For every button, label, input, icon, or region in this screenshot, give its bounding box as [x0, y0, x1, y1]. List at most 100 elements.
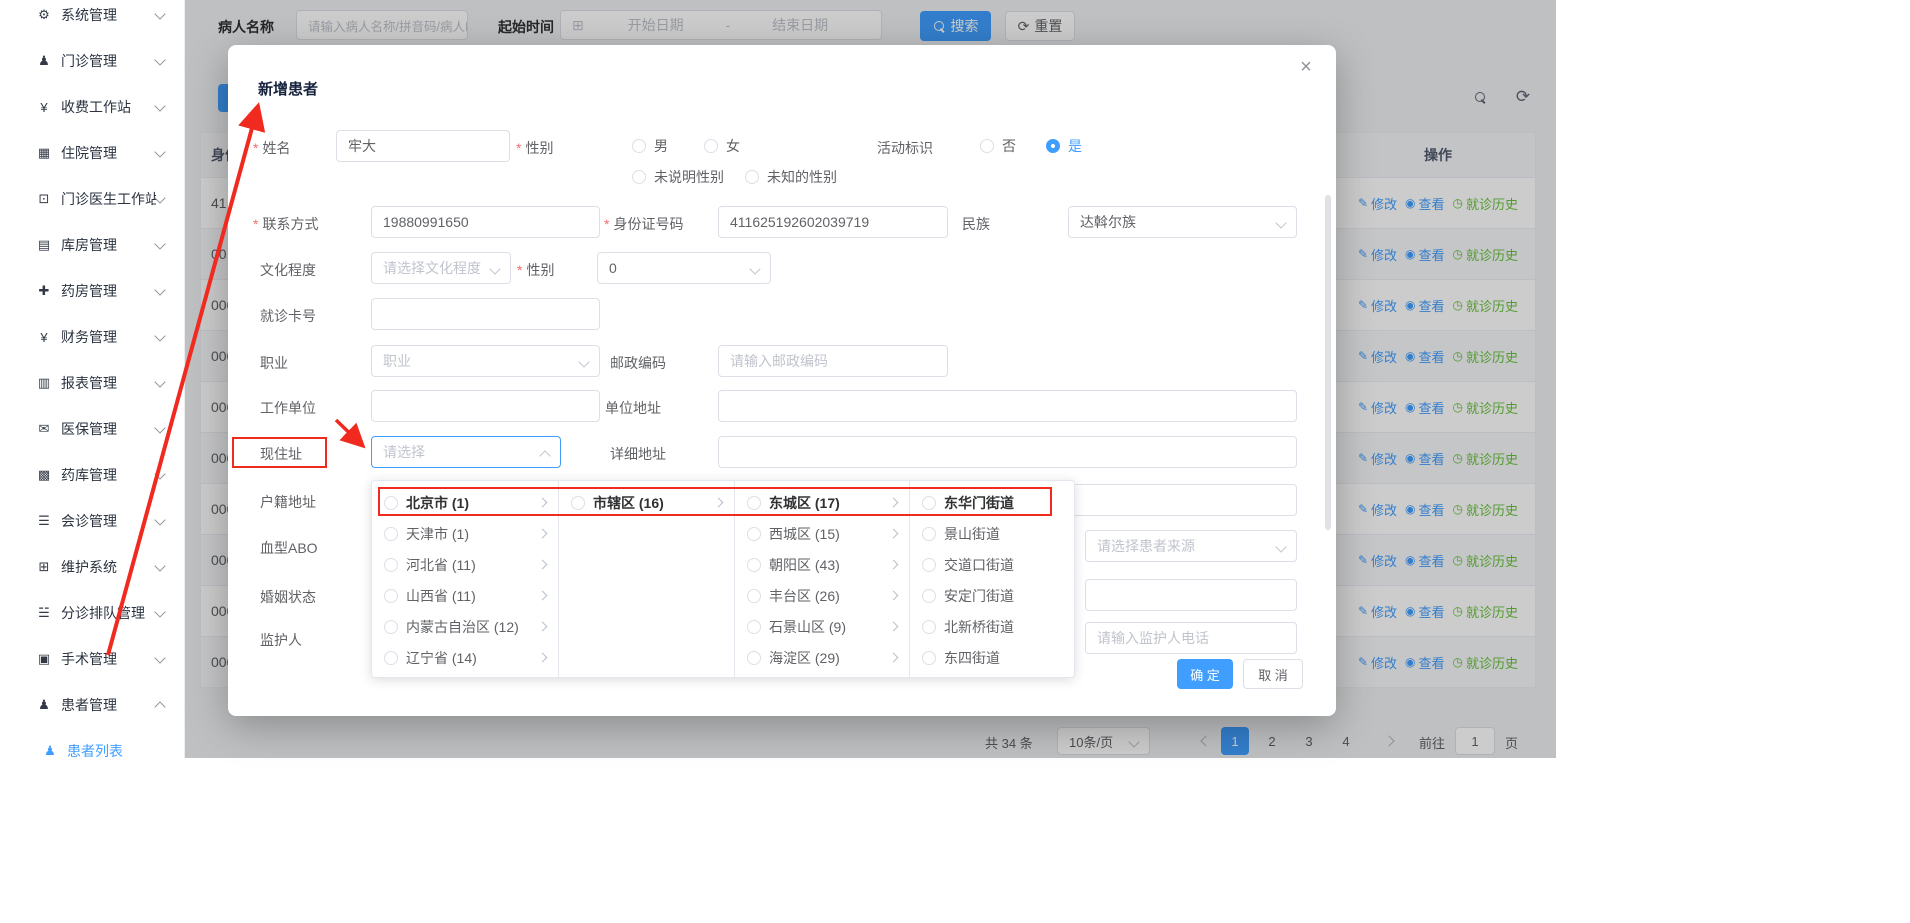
chevron-right-icon [538, 653, 548, 663]
sidebar-item-consultation[interactable]: ☰会诊管理 [0, 498, 184, 544]
sidebar-item-doctor-station[interactable]: ⊡ 门诊医生工作站 [0, 176, 184, 222]
cascader-option[interactable]: 辽宁省 (14) [372, 642, 558, 673]
detail-address-input[interactable] [718, 436, 1297, 468]
radio-icon[interactable] [384, 620, 398, 634]
gender-option-unknown[interactable]: 未知的性别 [745, 167, 837, 187]
name-input[interactable]: 牢大 [336, 130, 510, 162]
postal-input[interactable]: 请输入邮政编码 [718, 345, 948, 377]
cascader-option-label: 海淀区 (29) [769, 648, 882, 668]
sidebar-item-surgery[interactable]: ▣手术管理 [0, 636, 184, 682]
patient-source-select[interactable]: 请选择患者来源 [1085, 530, 1297, 562]
sidebar-item-label: 分诊排队管理 [61, 603, 156, 623]
radio-icon[interactable] [747, 558, 761, 572]
ethnicity-select[interactable]: 达斡尔族 [1068, 206, 1297, 238]
cascader-option[interactable]: 石景山区 (9) [735, 611, 909, 642]
current-address-cascader[interactable]: 请选择 [371, 436, 561, 468]
active-flag-option-no[interactable]: 否 [980, 136, 1016, 156]
sidebar-item-label: 手术管理 [61, 649, 156, 669]
radio-icon[interactable] [384, 558, 398, 572]
sidebar-item-system[interactable]: ⚙系统管理 [0, 0, 184, 38]
modal-scrollbar[interactable] [1325, 195, 1331, 530]
chevron-down-icon [154, 54, 165, 65]
cascader-option[interactable]: 景山街道 [910, 518, 1074, 549]
sidebar-item-patient-list[interactable]: ♟ 患者列表 [0, 728, 184, 758]
cascader-option[interactable]: 北新桥街道 [910, 611, 1074, 642]
cascader-option[interactable]: 西城区 (15) [735, 518, 909, 549]
sidebar-item-inpatient[interactable]: ▦住院管理 [0, 130, 184, 176]
unit-address-input[interactable] [718, 390, 1297, 422]
gender2-select[interactable]: 0 [597, 252, 771, 284]
radio-icon[interactable] [922, 527, 936, 541]
active-flag-option-yes[interactable]: 是 [1046, 136, 1082, 156]
sidebar-item-report[interactable]: ▥报表管理 [0, 360, 184, 406]
sidebar-item-pharmacy[interactable]: ✚药房管理 [0, 268, 184, 314]
contact-input[interactable]: 19880991650 [371, 206, 600, 238]
patient-list-icon: ♟ [40, 743, 60, 758]
gender-option-unstated[interactable]: 未说明性别 [632, 167, 724, 187]
sidebar-item-label: 药房管理 [61, 281, 156, 301]
cascader-option[interactable]: 天津市 (1) [372, 518, 558, 549]
cascader-option[interactable]: 山西省 (11) [372, 580, 558, 611]
radio-icon [632, 139, 646, 153]
chevron-down-icon [154, 652, 165, 663]
radio-icon[interactable] [747, 527, 761, 541]
id-number-input[interactable]: 411625192602039719 [718, 206, 948, 238]
radio-icon[interactable] [384, 527, 398, 541]
cascader-option[interactable]: 丰台区 (26) [735, 580, 909, 611]
doctor-station-icon: ⊡ [34, 191, 54, 207]
chevron-right-icon [889, 529, 899, 539]
radio-icon[interactable] [384, 589, 398, 603]
cancel-button[interactable]: 取 消 [1243, 659, 1303, 689]
confirm-button[interactable]: 确 定 [1177, 659, 1233, 689]
sidebar-item-warehouse[interactable]: ▤库房管理 [0, 222, 184, 268]
education-select[interactable]: 请选择文化程度 [371, 252, 511, 284]
sidebar-item-finance[interactable]: ¥财务管理 [0, 314, 184, 360]
marital-input[interactable] [1085, 579, 1297, 611]
sidebar-item-outpatient[interactable]: ♟门诊管理 [0, 38, 184, 84]
cascader-option[interactable]: 河北省 (11) [372, 549, 558, 580]
radio-icon[interactable] [922, 589, 936, 603]
chevron-down-icon [1275, 217, 1286, 228]
sidebar-item-drug-storage[interactable]: ▩药库管理 [0, 452, 184, 498]
sidebar-item-triage-queue[interactable]: ☱ 分诊排队管理 [0, 590, 184, 636]
radio-icon[interactable] [922, 651, 936, 665]
cascader-option[interactable]: 朝阳区 (43) [735, 549, 909, 580]
visit-card-input[interactable] [371, 298, 600, 330]
radio-icon[interactable] [747, 651, 761, 665]
radio-icon[interactable] [922, 620, 936, 634]
inpatient-icon: ▦ [34, 145, 54, 161]
cascader-option[interactable]: 海淀区 (29) [735, 642, 909, 673]
work-unit-input[interactable] [371, 390, 600, 422]
sidebar-item-maintenance[interactable]: ⊞维护系统 [0, 544, 184, 590]
insurance-icon: ✉ [34, 421, 54, 437]
triage-queue-icon: ☱ [34, 605, 54, 621]
gender-option-female[interactable]: 女 [704, 136, 740, 156]
cascader-option-label: 内蒙古自治区 (12) [406, 617, 531, 637]
cascader-option[interactable]: 安定门街道 [910, 580, 1074, 611]
education-placeholder: 请选择文化程度 [383, 258, 481, 278]
name-label: 姓名 [253, 138, 290, 158]
cascader-option-label: 景山街道 [944, 524, 1062, 544]
guardian-phone-input[interactable]: 请输入监护人电话 [1085, 622, 1297, 654]
cascader-option[interactable]: 内蒙古自治区 (12) [372, 611, 558, 642]
close-icon[interactable]: × [1294, 55, 1318, 79]
chevron-right-icon [538, 529, 548, 539]
radio-icon[interactable] [922, 558, 936, 572]
sidebar-item-label: 门诊医生工作站 [61, 189, 156, 209]
radio-icon[interactable] [384, 651, 398, 665]
chevron-down-icon [154, 146, 165, 157]
cascader-option[interactable]: 东四街道 [910, 642, 1074, 673]
sidebar-item-charging-station[interactable]: ¥收费工作站 [0, 84, 184, 130]
radio-icon[interactable] [747, 620, 761, 634]
screen: ⚙系统管理♟门诊管理¥收费工作站▦住院管理 ⊡ 门诊医生工作站 ▤库房管理✚药房管理¥… [0, 0, 1910, 923]
radio-icon[interactable] [747, 589, 761, 603]
occupation-select[interactable]: 职业 [371, 345, 600, 377]
radio-icon [632, 170, 646, 184]
cascader-option[interactable]: 交道口街道 [910, 549, 1074, 580]
name-value: 牢大 [348, 136, 376, 156]
sidebar-item-insurance[interactable]: ✉ 医保管理 [0, 406, 184, 452]
gender-option-male[interactable]: 男 [632, 136, 668, 156]
sidebar-item-label: 医保管理 [61, 419, 156, 439]
sidebar-item-patient[interactable]: ♟患者管理 [0, 682, 184, 728]
cascader-option-label: 天津市 (1) [406, 524, 531, 544]
